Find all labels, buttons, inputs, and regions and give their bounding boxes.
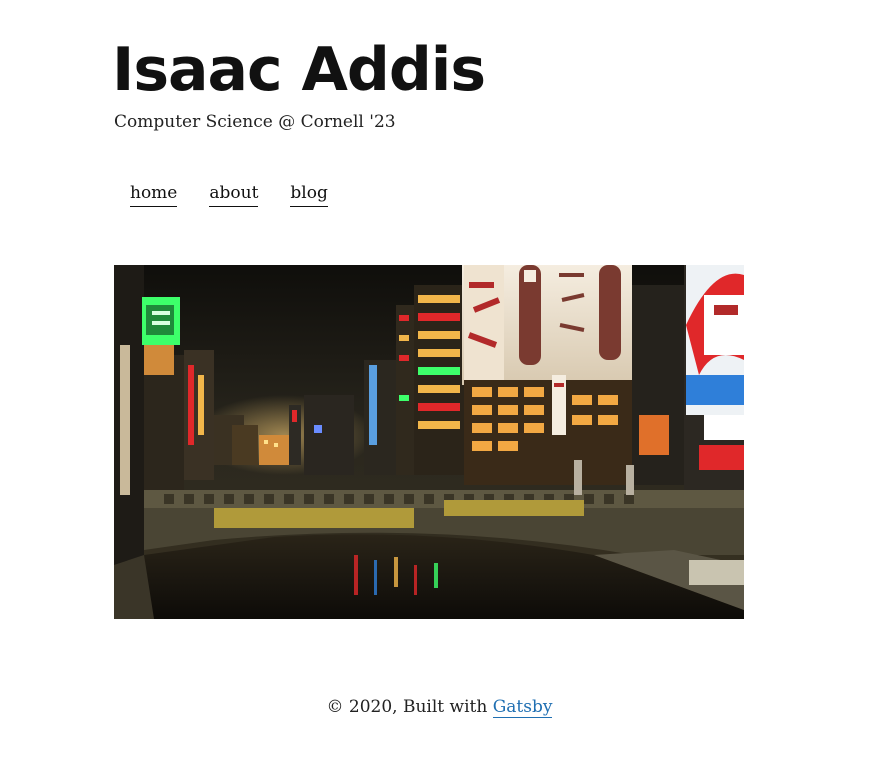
footer: © 2020, Built with Gatsby	[0, 695, 879, 719]
main-nav: home about blog	[130, 181, 328, 207]
nav-home-link[interactable]: home	[130, 181, 178, 207]
gatsby-link[interactable]: Gatsby	[492, 697, 553, 718]
footer-copyright: © 2020, Built with	[326, 697, 493, 717]
nav-blog-link[interactable]: blog	[290, 181, 328, 207]
site-subtitle: Computer Science @ Cornell '23	[114, 112, 396, 132]
nav-about-link[interactable]: about	[209, 181, 259, 207]
hero-image	[114, 265, 744, 619]
site-title: Isaac Addis	[112, 35, 486, 105]
